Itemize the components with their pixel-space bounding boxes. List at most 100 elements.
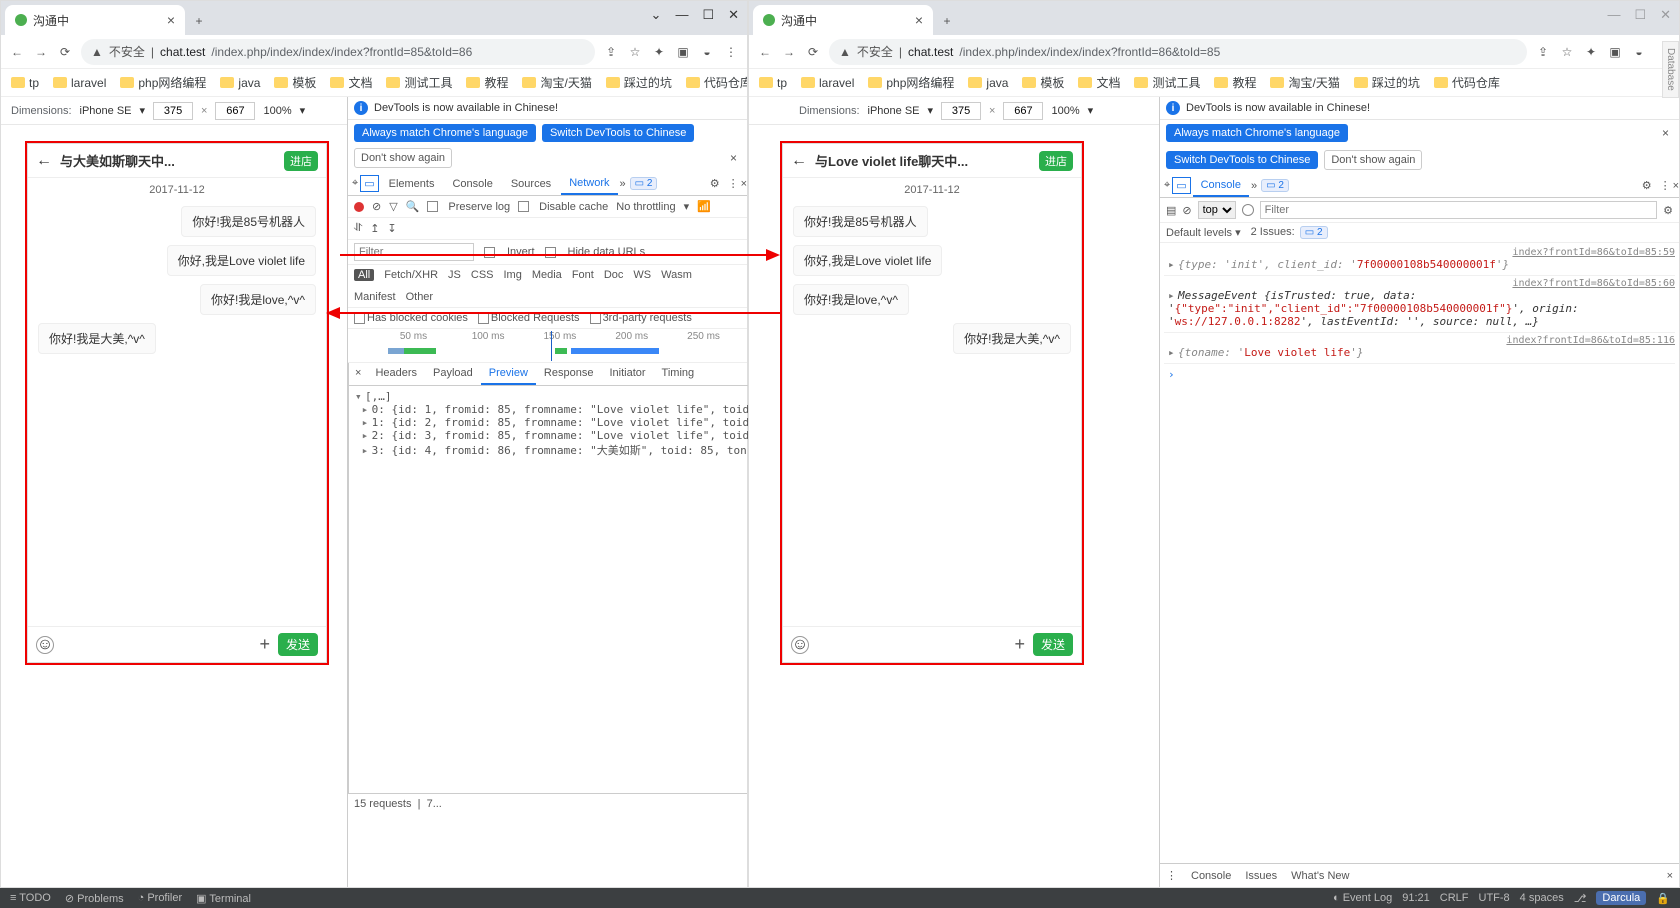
console-filter-input[interactable] bbox=[1260, 201, 1658, 219]
live-expr-icon[interactable] bbox=[1242, 204, 1254, 216]
bookmark-item[interactable]: 文档 bbox=[1078, 74, 1120, 91]
device-mode-icon[interactable]: ▭ bbox=[360, 175, 378, 192]
bookmark-item[interactable]: 踩过的坑 bbox=[1354, 74, 1420, 91]
tab-elements[interactable]: Elements bbox=[381, 174, 443, 194]
tab-console[interactable]: Console bbox=[444, 174, 500, 194]
menu-icon[interactable]: ⋮ bbox=[723, 44, 739, 60]
more-icon[interactable]: ⋮ bbox=[728, 177, 739, 190]
cat-item[interactable]: Other bbox=[406, 291, 434, 303]
disable-cache-checkbox[interactable] bbox=[518, 201, 529, 212]
record-icon[interactable] bbox=[354, 202, 364, 212]
tab-close-icon[interactable]: × bbox=[167, 12, 175, 28]
chat-back-icon[interactable]: ← bbox=[791, 152, 807, 170]
emoji-button[interactable]: ☺ bbox=[791, 636, 809, 654]
throttling-select[interactable]: No throttling bbox=[616, 201, 675, 213]
devtools-close-icon[interactable]: × bbox=[741, 178, 747, 190]
tab-console[interactable]: Console bbox=[1193, 175, 1249, 197]
bookmark-item[interactable]: 模板 bbox=[1022, 74, 1064, 91]
search-icon[interactable]: 🔍 bbox=[406, 200, 420, 213]
bookmark-item[interactable]: tp bbox=[759, 76, 787, 90]
preview-pane[interactable]: ▾[,…] ▸0: {id: 1, fromid: 85, fromname: … bbox=[349, 386, 755, 462]
device-mode-icon[interactable]: ▭ bbox=[1172, 177, 1190, 194]
device-height-input[interactable] bbox=[1003, 102, 1043, 120]
clear-console-icon[interactable]: ⊘ bbox=[1182, 204, 1191, 217]
theme-badge[interactable]: Darcula bbox=[1596, 891, 1646, 905]
tab-network[interactable]: Network bbox=[561, 173, 617, 195]
drawer-close-icon[interactable]: × bbox=[1667, 870, 1673, 882]
detail-tab-headers[interactable]: Headers bbox=[367, 363, 425, 385]
cat-item[interactable]: Fetch/XHR bbox=[384, 269, 438, 281]
bookmark-item[interactable]: 代码仓库 bbox=[1434, 74, 1500, 91]
cat-item[interactable]: WS bbox=[633, 269, 651, 281]
bookmark-item[interactable]: 踩过的坑 bbox=[606, 74, 672, 91]
device-width-input[interactable] bbox=[153, 102, 193, 120]
status-problems[interactable]: ⊘ Problems bbox=[65, 892, 124, 905]
send-button[interactable]: 发送 bbox=[1033, 633, 1073, 656]
window-min-icon[interactable]: — bbox=[1607, 7, 1620, 23]
detail-tab-response[interactable]: Response bbox=[536, 363, 602, 385]
detail-tab-initiator[interactable]: Initiator bbox=[601, 363, 653, 385]
bookmark-item[interactable]: php网络编程 bbox=[120, 74, 206, 91]
extensions-icon[interactable]: ✦ bbox=[651, 44, 667, 60]
log-source[interactable]: index?frontId=86&toId=85:116 bbox=[1168, 335, 1675, 346]
bookmark-item[interactable]: php网络编程 bbox=[868, 74, 954, 91]
waterfall-overview[interactable]: 50 ms 100 ms 150 ms 200 ms 250 ms bbox=[348, 329, 747, 363]
clear-icon[interactable]: ⊘ bbox=[372, 200, 381, 213]
shop-button[interactable]: 进店 bbox=[284, 151, 318, 171]
chat-back-icon[interactable]: ← bbox=[36, 152, 52, 170]
bookmark-item[interactable]: java bbox=[968, 76, 1008, 90]
log-source[interactable]: index?frontId=86&toId=85:59 bbox=[1168, 247, 1675, 258]
status-event-log[interactable]: ◐ Event Log bbox=[1333, 892, 1392, 904]
inspect-icon[interactable]: ⌖ bbox=[352, 177, 358, 190]
log-source[interactable]: index?frontId=86&toId=85:60 bbox=[1168, 278, 1675, 289]
status-todo[interactable]: ≡ TODO bbox=[10, 892, 51, 904]
detail-tab-payload[interactable]: Payload bbox=[425, 363, 481, 385]
issues-link[interactable]: 2 Issues: ▭ 2 bbox=[1251, 226, 1328, 239]
window-max-icon[interactable]: ☐ bbox=[1634, 7, 1646, 23]
match-lang-button[interactable]: Always match Chrome's language bbox=[1166, 124, 1348, 142]
new-tab-button[interactable]: + bbox=[185, 7, 213, 35]
drawer-tab-issues[interactable]: Issues bbox=[1245, 870, 1277, 882]
window-max-icon[interactable]: ☐ bbox=[702, 7, 714, 23]
bookmark-item[interactable]: laravel bbox=[801, 76, 854, 90]
cat-item[interactable]: Wasm bbox=[661, 269, 692, 281]
shop-button[interactable]: 进店 bbox=[1039, 151, 1073, 171]
banner-close-icon[interactable]: × bbox=[726, 151, 741, 165]
banner-close-icon[interactable]: × bbox=[1658, 126, 1673, 140]
context-select[interactable]: top bbox=[1198, 201, 1236, 219]
device-height-input[interactable] bbox=[215, 102, 255, 120]
tab-overflow-icon[interactable]: » bbox=[620, 178, 626, 190]
bookmark-item[interactable]: 教程 bbox=[466, 74, 508, 91]
drawer-menu-icon[interactable]: ⋮ bbox=[1166, 869, 1177, 882]
tab-sources[interactable]: Sources bbox=[503, 174, 559, 194]
nav-reload-icon[interactable]: ⟳ bbox=[57, 44, 73, 60]
gear-icon[interactable]: ⚙ bbox=[704, 177, 726, 190]
attach-button[interactable]: + bbox=[259, 634, 270, 655]
nav-forward-icon[interactable]: → bbox=[33, 44, 49, 60]
device-zoom[interactable]: 100% bbox=[263, 105, 291, 117]
download-icon[interactable]: ↧ bbox=[387, 222, 396, 235]
tab-close-icon[interactable]: × bbox=[915, 12, 923, 28]
bookmark-item[interactable]: 淘宝/天猫 bbox=[522, 74, 591, 91]
window-min-icon[interactable]: — bbox=[675, 7, 688, 23]
bookmark-item[interactable]: 代码仓库 bbox=[686, 74, 747, 91]
window-close-icon[interactable]: ✕ bbox=[728, 7, 739, 23]
detail-tab-preview[interactable]: Preview bbox=[481, 363, 536, 385]
cat-item[interactable]: JS bbox=[448, 269, 461, 281]
cat-item[interactable]: Img bbox=[504, 269, 522, 281]
star-icon[interactable]: ☆ bbox=[1559, 44, 1575, 60]
extensions-icon[interactable]: ✦ bbox=[1583, 44, 1599, 60]
issues-badge[interactable]: ▭ 2 bbox=[1261, 179, 1289, 192]
tab-overflow-icon[interactable]: » bbox=[1251, 180, 1257, 192]
status-terminal[interactable]: ▣ Terminal bbox=[196, 892, 251, 905]
issues-badge[interactable]: ▭ 2 bbox=[630, 177, 658, 190]
dont-show-button[interactable]: Don't show again bbox=[1324, 150, 1422, 170]
bookmark-item[interactable]: 文档 bbox=[330, 74, 372, 91]
window-close-icon[interactable]: ✕ bbox=[1660, 7, 1671, 23]
detail-close-icon[interactable]: × bbox=[349, 363, 367, 385]
dont-show-button[interactable]: Don't show again bbox=[354, 148, 452, 168]
cat-item[interactable]: Doc bbox=[604, 269, 624, 281]
bookmark-item[interactable]: 测试工具 bbox=[386, 74, 452, 91]
nav-back-icon[interactable]: ← bbox=[757, 44, 773, 60]
drawer-tab-whatsnew[interactable]: What's New bbox=[1291, 870, 1349, 882]
